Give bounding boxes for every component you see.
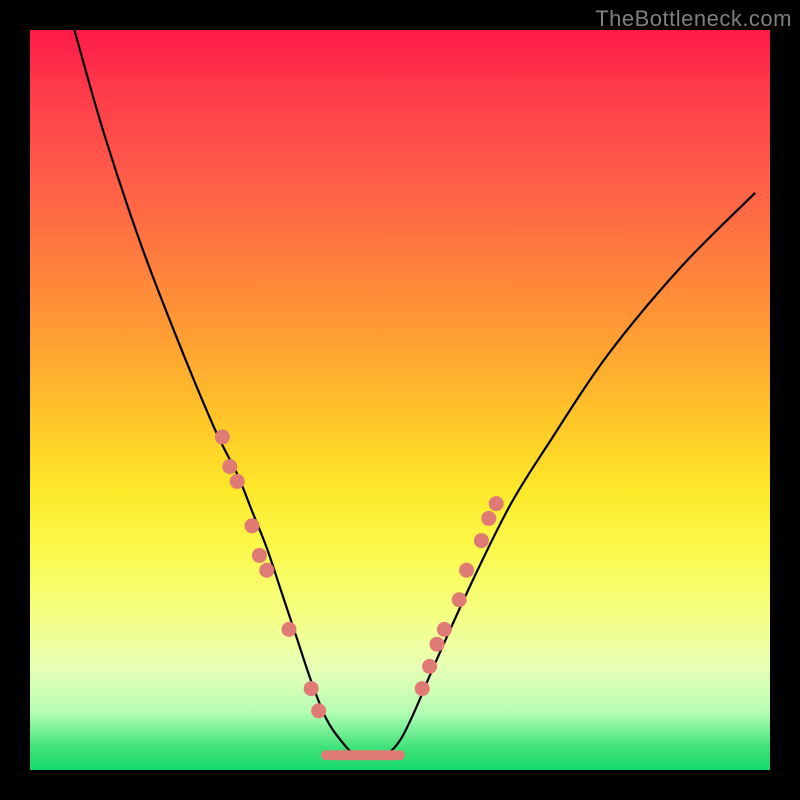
data-point: [222, 459, 237, 474]
data-point: [259, 563, 274, 578]
plot-area: [30, 30, 770, 770]
data-point: [437, 622, 452, 637]
data-point: [311, 703, 326, 718]
data-point: [422, 659, 437, 674]
flat-segment-cap: [395, 750, 405, 760]
chart-svg: [30, 30, 770, 770]
data-point: [215, 430, 230, 445]
data-point: [452, 592, 467, 607]
data-point: [415, 681, 430, 696]
markers-right-group: [415, 496, 504, 696]
flat-segment-cap: [321, 750, 331, 760]
watermark-text: TheBottleneck.com: [595, 6, 792, 32]
data-point: [474, 533, 489, 548]
curve-group: [74, 30, 755, 756]
flat-segment: [326, 750, 400, 760]
data-point: [430, 637, 445, 652]
data-point: [304, 681, 319, 696]
data-point: [489, 496, 504, 511]
data-point: [230, 474, 245, 489]
bottom-bar-group: [321, 750, 405, 760]
data-point: [282, 622, 297, 637]
data-point: [459, 563, 474, 578]
data-point: [481, 511, 496, 526]
chart-frame: TheBottleneck.com: [0, 0, 800, 800]
data-point: [245, 518, 260, 533]
data-point: [252, 548, 267, 563]
bottleneck-curve: [74, 30, 755, 756]
